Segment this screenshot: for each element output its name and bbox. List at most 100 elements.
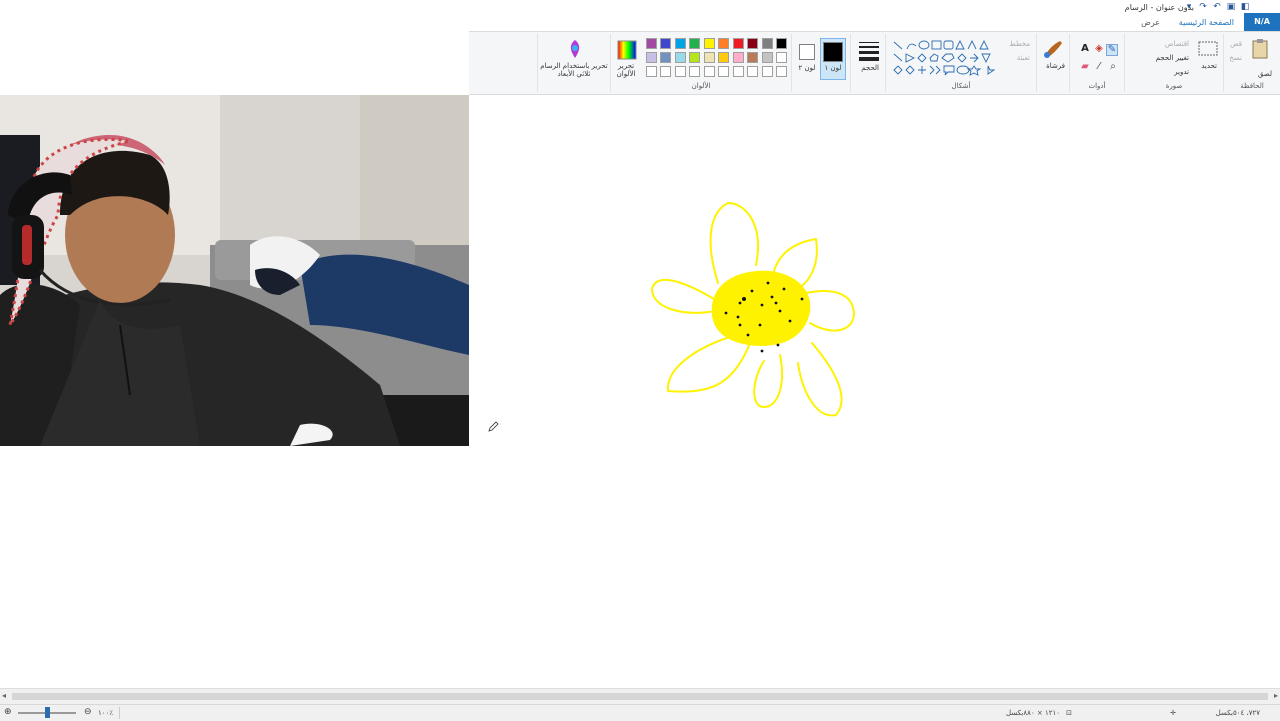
colors-group: تحرير الألوان الألوان bbox=[610, 34, 791, 92]
flower-drawing bbox=[651, 202, 855, 417]
eraser-icon[interactable]: ▰ bbox=[1080, 62, 1090, 72]
palette-swatch[interactable] bbox=[761, 52, 773, 63]
webcam-image bbox=[0, 95, 469, 446]
cursor-position: ٧٢٧، ٥٠٤بكسل bbox=[1215, 709, 1260, 717]
palette-swatch[interactable] bbox=[703, 38, 715, 49]
zoom-in-icon[interactable]: ⊕ bbox=[4, 707, 12, 717]
text-icon[interactable]: A bbox=[1080, 44, 1090, 54]
paint3d-icon[interactable] bbox=[564, 38, 586, 60]
divider bbox=[119, 707, 120, 719]
status-bar: ٧٢٧، ٥٠٤بكسل ✛ ١٢١٠ × ٨٨٠بكسل ⊡ ⊕ ⊖ ١٠٠٪ bbox=[0, 704, 1280, 721]
palette-swatch[interactable] bbox=[689, 52, 700, 63]
edit-colors-icon[interactable] bbox=[616, 39, 638, 61]
palette-swatch[interactable] bbox=[645, 38, 657, 49]
scroll-left-icon[interactable]: ◂ bbox=[2, 691, 6, 700]
fill-icon[interactable]: ◈ bbox=[1094, 44, 1104, 54]
palette-swatch[interactable] bbox=[718, 52, 729, 63]
resize-button[interactable]: تغيير الحجم bbox=[1156, 54, 1189, 62]
shapes-gallery[interactable] bbox=[892, 40, 996, 76]
palette-swatch[interactable] bbox=[703, 52, 715, 63]
redo-icon[interactable]: ↷ bbox=[1198, 2, 1208, 12]
select-icon[interactable] bbox=[1197, 38, 1219, 60]
palette-swatch[interactable] bbox=[747, 38, 758, 49]
size-group: الحجم bbox=[850, 34, 885, 92]
fill-button[interactable]: تعبئة bbox=[1017, 54, 1030, 62]
palette-swatch[interactable] bbox=[674, 38, 686, 49]
scroll-right-icon[interactable]: ▸ bbox=[1274, 691, 1278, 700]
pencil-icon[interactable]: ✎ bbox=[1106, 44, 1118, 56]
palette-swatch[interactable] bbox=[660, 52, 671, 63]
palette-swatch[interactable] bbox=[776, 38, 787, 49]
paste-button[interactable]: لصق bbox=[1258, 70, 1272, 78]
brushes-button[interactable]: فرشاة bbox=[1046, 62, 1065, 70]
magnifier-icon[interactable]: ⌕ bbox=[1108, 62, 1118, 72]
ribbon: لصق قص نسخ الحافظة تحديد اقتصاص تغيير ال… bbox=[469, 31, 1280, 95]
palette-swatch[interactable] bbox=[674, 52, 686, 63]
color-picker-icon[interactable]: ⁄ bbox=[1094, 62, 1104, 72]
zoom-out-icon[interactable]: ⊖ bbox=[84, 707, 92, 717]
shapes-group: مخطط تعبئة أشكال bbox=[885, 34, 1036, 92]
paint3d-button[interactable]: تحرير باستخدام الرسام ثلاثي الأبعاد bbox=[540, 62, 608, 78]
canvas-size: ١٢١٠ × ٨٨٠بكسل bbox=[1005, 709, 1060, 717]
quick-access-toolbar: ▾ ↷ ↶ ▣ ◧ bbox=[1184, 2, 1250, 12]
tools-group-label: أدوات bbox=[1088, 82, 1106, 90]
palette-swatch[interactable] bbox=[718, 66, 729, 77]
active-colors-group: لون ١ لون ٢ bbox=[791, 34, 850, 92]
tab-file[interactable]: N/A bbox=[1244, 13, 1280, 31]
palette-swatch[interactable] bbox=[776, 66, 787, 77]
palette-swatch[interactable] bbox=[674, 66, 686, 77]
horizontal-scrollbar[interactable]: ◂ ▸ bbox=[0, 688, 1280, 705]
webcam-overlay bbox=[0, 95, 469, 446]
palette-swatch[interactable] bbox=[645, 66, 657, 77]
edit-colors-button[interactable]: تحرير الألوان bbox=[611, 62, 641, 78]
palette-swatch[interactable] bbox=[689, 66, 700, 77]
copy-button[interactable]: نسخ bbox=[1229, 54, 1242, 62]
color2-swatch bbox=[799, 44, 815, 60]
crop-button[interactable]: اقتصاص bbox=[1165, 40, 1189, 48]
image-group-label: صورة bbox=[1165, 82, 1183, 90]
cursor-position-icon: ✛ bbox=[1170, 709, 1176, 717]
shapes-group-label: أشكال bbox=[951, 82, 971, 90]
palette-swatch[interactable] bbox=[732, 66, 744, 77]
palette-swatch[interactable] bbox=[761, 66, 773, 77]
scrollbar-thumb[interactable] bbox=[12, 693, 1268, 700]
title-bar: بدون عنوان - الرسام ▾ ↷ ↶ ▣ ◧ bbox=[469, 0, 1280, 16]
canvas-size-icon: ⊡ bbox=[1066, 709, 1072, 717]
palette-swatch[interactable] bbox=[718, 38, 729, 49]
color1-label: لون ١ bbox=[824, 64, 842, 72]
color-palette bbox=[637, 38, 787, 78]
tools-group: ✎ ◈ A ⌕ ⁄ ▰ أدوات bbox=[1069, 34, 1124, 92]
palette-swatch[interactable] bbox=[732, 38, 744, 49]
brush-icon[interactable] bbox=[1042, 38, 1064, 60]
zoom-slider-thumb[interactable] bbox=[45, 707, 50, 718]
select-button[interactable]: تحديد bbox=[1201, 62, 1217, 70]
palette-swatch[interactable] bbox=[747, 52, 758, 63]
zoom-level: ١٠٠٪ bbox=[98, 709, 114, 717]
image-group: تحديد اقتصاص تغيير الحجم تدوير صورة bbox=[1124, 34, 1223, 92]
rotate-button[interactable]: تدوير bbox=[1174, 68, 1189, 76]
palette-swatch[interactable] bbox=[660, 38, 671, 49]
palette-swatch[interactable] bbox=[645, 52, 657, 63]
tab-home[interactable]: الصفحة الرئيسية bbox=[1179, 18, 1234, 27]
drawing-canvas[interactable] bbox=[0, 95, 1280, 685]
size-button[interactable]: الحجم bbox=[861, 64, 879, 72]
clipboard-group-label: الحافظة bbox=[1240, 82, 1264, 90]
palette-swatch[interactable] bbox=[732, 52, 744, 63]
palette-swatch[interactable] bbox=[660, 66, 671, 77]
save-icon[interactable]: ▣ bbox=[1226, 2, 1236, 12]
undo-icon[interactable]: ↶ bbox=[1212, 2, 1222, 12]
outline-button[interactable]: مخطط bbox=[1009, 40, 1030, 48]
palette-swatch[interactable] bbox=[689, 38, 700, 49]
palette-swatch[interactable] bbox=[761, 38, 773, 49]
cut-button[interactable]: قص bbox=[1230, 40, 1242, 48]
paste-icon[interactable] bbox=[1249, 38, 1271, 60]
palette-swatch[interactable] bbox=[703, 66, 715, 77]
tab-view[interactable]: عرض bbox=[1141, 18, 1160, 27]
color2-selector[interactable]: لون ٢ bbox=[796, 38, 818, 78]
palette-swatch[interactable] bbox=[776, 52, 787, 63]
clipboard-group: لصق قص نسخ الحافظة bbox=[1223, 34, 1280, 92]
dropdown-icon[interactable]: ▾ bbox=[1184, 2, 1194, 12]
color1-selector[interactable]: لون ١ bbox=[820, 38, 846, 80]
palette-swatch[interactable] bbox=[747, 66, 758, 77]
size-icon[interactable] bbox=[858, 40, 880, 62]
